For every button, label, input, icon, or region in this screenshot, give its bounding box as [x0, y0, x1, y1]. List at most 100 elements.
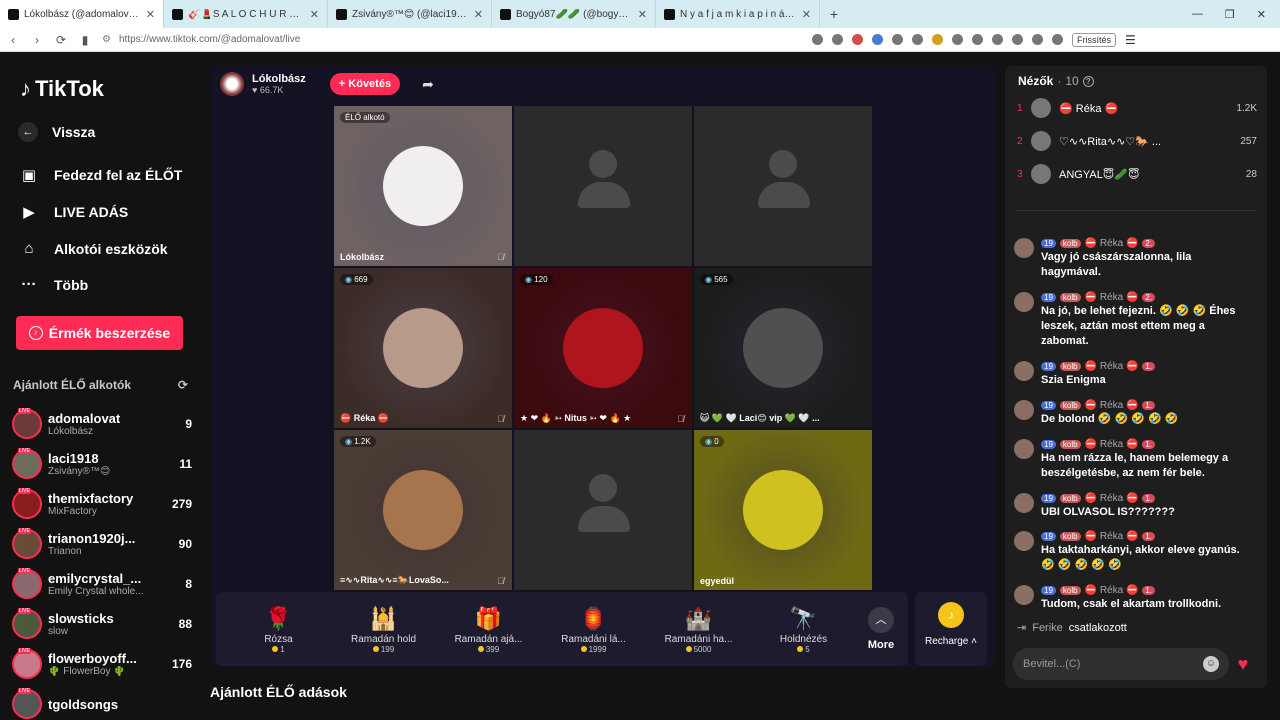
chat-avatar[interactable] — [1014, 400, 1034, 420]
extension-icon[interactable] — [912, 34, 923, 45]
help-icon[interactable]: ? — [1082, 75, 1094, 87]
top-viewer-row[interactable]: 1 ⛔ Réka ⛔ 1.2K — [1017, 98, 1257, 118]
extension-icon[interactable] — [1032, 34, 1043, 45]
guest-seat[interactable]: ◉ 0 egyedül — [694, 430, 872, 590]
minimize-icon[interactable]: — — [1192, 8, 1203, 21]
top-viewer-row[interactable]: 2 ♡∿∿Rita∿∿♡🐎 ... 257 — [1017, 131, 1257, 151]
chat-avatar[interactable] — [1014, 361, 1034, 381]
recommended-creator[interactable]: LIVE trianon1920j... Trianon 90 — [12, 526, 192, 562]
guest-seat[interactable]: ◉ 1.2K ≡∿∿Rita∿∿≡🐎LovaSo... 🎙̸ — [334, 430, 512, 590]
chat-username[interactable]: ⛔ Réka ⛔ — [1085, 238, 1139, 249]
bookmark-icon[interactable]: ▮ — [78, 33, 92, 47]
sidebar-nav-item[interactable]: ··· Több — [18, 276, 89, 293]
browser-tab[interactable]: Lókolbász (@adomalovat) Él… ✕ — [0, 0, 164, 28]
recommended-creator[interactable]: LIVE flowerboyoff... 🌵 FlowerBoy 🌵 176 — [12, 646, 192, 682]
chat-username[interactable]: ⛔ Réka ⛔ — [1085, 439, 1139, 450]
tab-close-icon[interactable]: ✕ — [638, 8, 647, 21]
recommended-creator[interactable]: LIVE tgoldsongs — [12, 686, 192, 720]
chat-avatar[interactable] — [1014, 439, 1034, 459]
chat-username[interactable]: ⛔ Réka ⛔ — [1085, 585, 1139, 596]
tiktok-logo[interactable]: ♪ TikTok — [20, 76, 104, 102]
recommended-creator[interactable]: LIVE adomalovat Lókolbász 9 — [12, 406, 192, 442]
chat-avatar[interactable] — [1014, 238, 1034, 258]
host-avatar[interactable] — [220, 72, 244, 96]
forward-arrow-icon[interactable]: › — [30, 33, 44, 47]
browser-tab[interactable]: 🎸💄S A L O C H U R 🩸 (@gabor ✕ — [164, 0, 328, 28]
extension-icon[interactable] — [972, 34, 983, 45]
chat-username[interactable]: ⛔ Réka ⛔ — [1085, 531, 1139, 542]
extension-icon[interactable] — [872, 34, 883, 45]
guest-seat[interactable]: ◉ 120 ★ ❤ 🔥 ➳ Nitus ➳ ❤ 🔥 ★ 🎙̸ — [514, 268, 692, 428]
sidebar-nav-item[interactable]: ▶ LIVE ADÁS — [18, 203, 128, 221]
refresh-icon[interactable]: ⟳ — [178, 378, 188, 392]
extension-icon[interactable] — [1012, 34, 1023, 45]
chat-input[interactable]: Bevitel...(C) ☺ — [1013, 648, 1229, 680]
get-coins-button[interactable]: ♪ Érmék beszerzése — [16, 316, 183, 350]
menu-icon[interactable]: ☰ — [1125, 33, 1136, 47]
chat-username[interactable]: ⛔ Réka ⛔ — [1085, 400, 1139, 411]
empty-seat[interactable] — [514, 430, 692, 590]
top-viewer-row[interactable]: 3 ANGYAL😇🥒😇 28 — [1017, 164, 1257, 184]
chat-avatar[interactable] — [1014, 531, 1034, 551]
reload-button[interactable]: Frissítés — [1072, 32, 1117, 47]
chat-avatar[interactable] — [1014, 292, 1034, 312]
reload-icon[interactable]: ⟳ — [54, 33, 68, 47]
guest-seat[interactable]: ◉ 565 😺 💚 🤍 Laci😊 vip 💚 🤍 ... — [694, 268, 872, 428]
chat-username[interactable]: ⛔ Réka ⛔ — [1085, 361, 1139, 372]
extension-icon[interactable] — [832, 34, 843, 45]
recommended-creator[interactable]: LIVE emilycrystal_... Emily Crystal whole.… — [12, 566, 192, 602]
emoji-icon[interactable]: ☺ — [1203, 656, 1219, 672]
empty-seat[interactable] — [514, 106, 692, 266]
chat-message-meta: 19 kolb ⛔ Réka ⛔ 2. — [1041, 290, 1254, 304]
recommended-creator[interactable]: LIVE laci1918 Zsivány®™😊 11 — [12, 446, 192, 482]
tab-close-icon[interactable]: ✕ — [474, 8, 483, 21]
follow-button[interactable]: + Követés — [329, 73, 401, 95]
gift-item[interactable]: 🏰 Ramadáni ha... 5000 — [646, 604, 751, 654]
site-settings-icon[interactable]: ⚙ — [102, 34, 111, 45]
tab-close-icon[interactable]: ✕ — [802, 8, 811, 21]
extension-icon[interactable] — [812, 34, 823, 45]
back-link[interactable]: ← Vissza — [18, 122, 95, 142]
browser-tab[interactable]: Zsivány®™😊 (@laci1918) ÉLŐ adás ✕ — [328, 0, 492, 28]
host-seat[interactable]: ÉLŐ alkotó Lókolbász 🎙̸ — [334, 106, 512, 266]
share-icon[interactable]: ➦ — [422, 76, 434, 93]
host-name[interactable]: Lókolbász — [252, 73, 306, 85]
more-gifts-button[interactable]: ︿ More — [864, 607, 898, 651]
recharge-button[interactable]: ♪ Recharge ˄ — [915, 592, 987, 666]
like-heart-icon[interactable]: ♥ — [1229, 650, 1257, 678]
chat-username[interactable]: ⛔ Réka ⛔ — [1085, 493, 1139, 504]
extension-icon[interactable] — [992, 34, 1003, 45]
joined-user[interactable]: Ferike — [1032, 622, 1063, 634]
chat-avatar[interactable] — [1014, 493, 1034, 513]
empty-seat[interactable] — [694, 106, 872, 266]
back-arrow-icon[interactable]: ‹ — [6, 33, 20, 47]
enter-icon: ⇥ — [1017, 622, 1027, 634]
guest-seat[interactable]: ◉ 669 ⛔ Réka ⛔ 🎙̸ — [334, 268, 512, 428]
browser-tab[interactable]: Bogyó87🥒🥒 (@bogyo87_) ÉLŐ p ✕ — [492, 0, 656, 28]
gift-item[interactable]: 🌹 Rózsa 1 — [226, 604, 331, 654]
extension-icon[interactable] — [852, 34, 863, 45]
restore-icon[interactable]: ❐ — [1225, 8, 1235, 21]
extension-icon[interactable] — [892, 34, 903, 45]
chat-username[interactable]: ⛔ Réka ⛔ — [1085, 292, 1139, 303]
creator-info: flowerboyoff... 🌵 FlowerBoy 🌵 — [48, 651, 166, 677]
extension-icon[interactable] — [1052, 34, 1063, 45]
recommended-creator[interactable]: LIVE slowsticks slow 88 — [12, 606, 192, 642]
gift-item[interactable]: 🕌 Ramadán hold 199 — [331, 604, 436, 654]
sidebar-nav-item[interactable]: ⌂ Alkotói eszközök — [18, 240, 167, 257]
gift-item[interactable]: 🎁 Ramadán ajá... 399 — [436, 604, 541, 654]
chat-avatar[interactable] — [1014, 585, 1034, 605]
close-window-icon[interactable]: ✕ — [1257, 8, 1266, 21]
browser-tab[interactable]: N y a f j a m k i a p i n á d f ✕ — [656, 0, 820, 28]
new-tab-button[interactable]: + — [820, 6, 848, 22]
extension-icon[interactable] — [952, 34, 963, 45]
extension-icon[interactable] — [932, 34, 943, 45]
gift-item[interactable]: 🏮 Ramadáni lá... 1999 — [541, 604, 646, 654]
tab-close-icon[interactable]: ✕ — [310, 8, 319, 21]
recommended-creator[interactable]: LIVE themixfactory MixFactory 279 — [12, 486, 192, 522]
guest-name: ★ ❤ 🔥 ➳ Nitus ➳ ❤ 🔥 ★ — [520, 413, 632, 423]
url-field[interactable]: ⚙ https://www.tiktok.com/@adomalovat/liv… — [102, 34, 742, 45]
sidebar-nav-item[interactable]: ▣ Fedezd fel az ÉLŐT — [18, 166, 182, 184]
tab-close-icon[interactable]: ✕ — [146, 8, 155, 21]
gift-item[interactable]: 🔭 Holdnézés 5 — [751, 604, 856, 654]
